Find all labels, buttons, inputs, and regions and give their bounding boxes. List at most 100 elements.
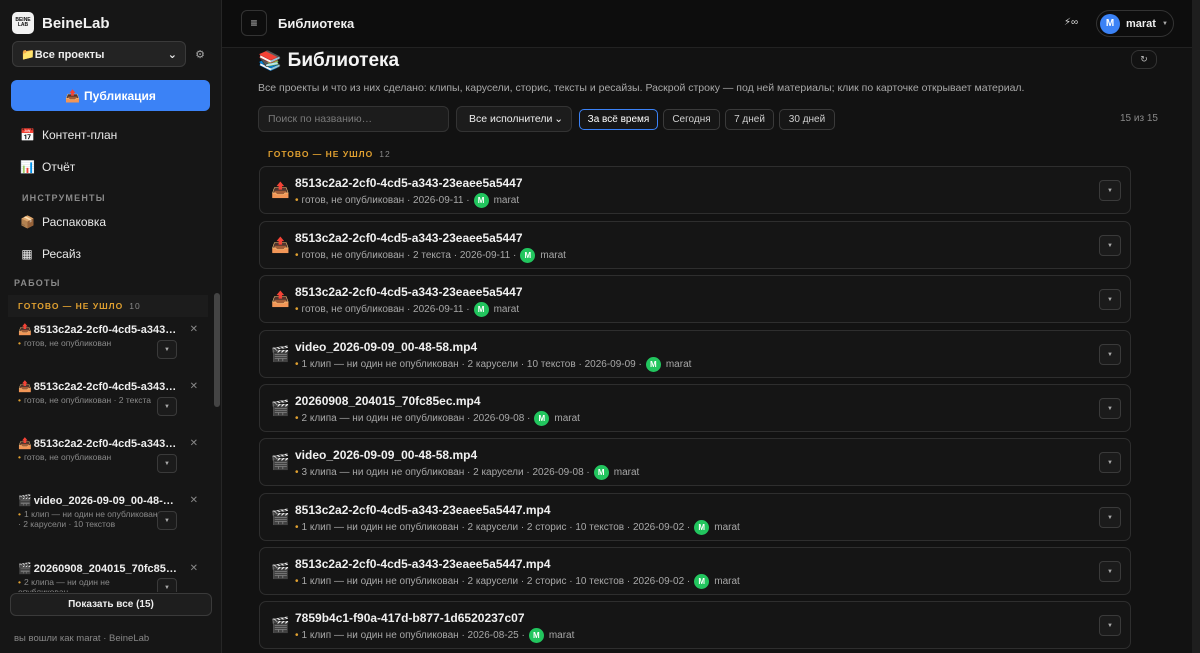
sidebar-item-unpacking[interactable]: 📦 Распаковка xyxy=(20,215,106,229)
outbox-icon: 📤 xyxy=(271,237,290,254)
publish-button-label: Публикация xyxy=(84,88,156,103)
chart-icon: 📊 xyxy=(20,160,35,174)
avatar: M xyxy=(593,465,609,480)
card-author: marat xyxy=(493,304,520,315)
expand-caret-button[interactable]: ▼ xyxy=(157,454,177,473)
card-meta-text: готов, не опубликован · 2 текста · 2026-… xyxy=(301,250,517,261)
sidebar-item-label: Распаковка xyxy=(42,215,107,229)
sidebar-item-report[interactable]: 📊 Отчёт xyxy=(20,160,75,174)
expand-caret-button[interactable]: ▼ xyxy=(1099,561,1121,582)
library-card[interactable]: 🎬 video_2026-09-09_00-48-58.mp4 • 1 клип — … xyxy=(259,330,1131,378)
status-dot: • xyxy=(18,509,21,519)
library-card[interactable]: 🎬 8513c2a2-2cf0-4cd5-a343-23eaee5a5447.mp… xyxy=(259,547,1131,595)
card-author: marat xyxy=(540,250,566,261)
expand-caret-button[interactable]: ▼ xyxy=(157,340,177,359)
expand-caret-button[interactable]: ▼ xyxy=(157,578,177,592)
sidebar-item-content-plan[interactable]: 📅 Контент-план xyxy=(20,128,117,142)
page-scrollbar[interactable] xyxy=(1192,0,1200,653)
project-select[interactable]: 📁Все проекты ⌄ xyxy=(12,41,186,67)
card-title: 20260908_204015_70fc85ec.mp4 xyxy=(295,394,481,408)
works-section-label: РАБОТЫ xyxy=(14,278,61,288)
period-chip-today[interactable]: Сегодня xyxy=(663,109,720,130)
works-group-header[interactable]: ГОТОВО — НЕ УШЛО 10 xyxy=(8,295,208,317)
period-chip-all-time[interactable]: За всё время xyxy=(579,109,658,130)
expand-caret-button[interactable]: ▼ xyxy=(157,397,177,416)
search-input[interactable] xyxy=(258,106,449,132)
project-select-value: 📁Все проекты xyxy=(21,48,105,61)
close-icon[interactable]: ✕ xyxy=(190,495,198,506)
hamburger-icon: ≡ xyxy=(250,16,258,30)
refresh-button[interactable]: ↻ xyxy=(1131,50,1157,69)
film-icon: 🎬 xyxy=(271,617,290,634)
publish-button[interactable]: 📤 Публикация xyxy=(11,80,210,111)
library-card[interactable]: 🎬 7859b4c1-f90a-417d-b877-1d6520237c07 • 1 … xyxy=(259,601,1131,649)
card-author: marat xyxy=(613,467,640,478)
energy-indicator: ⚡∞ xyxy=(1064,17,1079,28)
chevron-down-icon: ⌄ xyxy=(167,48,177,61)
library-card[interactable]: 📤 8513c2a2-2cf0-4cd5-a343-23eaee5a5447 • го… xyxy=(259,221,1131,269)
close-icon[interactable]: ✕ xyxy=(190,381,198,392)
status-dot: • xyxy=(295,522,299,533)
logged-in-text: вы вошли как marat · BeineLab xyxy=(14,633,150,644)
work-meta: 2 клипа — ни один не опубликован xyxy=(18,577,110,592)
library-card[interactable]: 🎬 20260908_204015_70fc85ec.mp4 • 2 клипа — … xyxy=(259,384,1131,432)
group-label: ГОТОВО — НЕ УШЛО xyxy=(268,149,374,159)
sidebar-scrollbar[interactable] xyxy=(214,293,220,407)
expand-caret-button[interactable]: ▼ xyxy=(157,511,177,530)
library-card[interactable]: 📤 8513c2a2-2cf0-4cd5-a343-23eaee5a5447 • го… xyxy=(259,166,1131,214)
brand[interactable]: BEINE LAB BeineLab xyxy=(12,12,110,34)
film-icon: 🎬 xyxy=(271,400,290,417)
card-meta: • 2 клипа — ни один не опубликован · 2026… xyxy=(295,411,580,426)
status-dot: • xyxy=(18,338,21,348)
library-card[interactable]: 🎬 8513c2a2-2cf0-4cd5-a343-23eaee5a5447.mp… xyxy=(259,493,1131,541)
menu-button[interactable]: ≡ xyxy=(241,10,267,36)
sidebar-item-resize[interactable]: ▦ Ресайз xyxy=(20,247,81,261)
card-title: 8513c2a2-2cf0-4cd5-a343-23eaee5a5447.mp4 xyxy=(295,503,551,517)
card-title: 7859b4c1-f90a-417d-b877-1d6520237c07 xyxy=(295,611,525,625)
card-meta: • 1 клип — ни один не опубликован · 2 кар… xyxy=(295,520,740,535)
outbox-icon: 📤 xyxy=(18,324,32,336)
status-dot: • xyxy=(295,467,299,478)
card-author: marat xyxy=(493,195,520,206)
close-icon[interactable]: ✕ xyxy=(190,324,198,335)
avatar: M xyxy=(1100,13,1120,34)
card-meta-text: 1 клип — ни один не опубликован · 2026-0… xyxy=(301,630,525,641)
works-list: 📤8513c2a2-2cf0-4cd5-a343-23eaee5a5447✕ •… xyxy=(0,320,212,592)
expand-caret-button[interactable]: ▼ xyxy=(1099,615,1121,636)
card-title: 8513c2a2-2cf0-4cd5-a343-23eaee5a5447 xyxy=(295,285,523,299)
library-card[interactable]: 🎬 video_2026-09-09_00-48-58.mp4 • 3 клипа —… xyxy=(259,438,1131,486)
card-author: marat xyxy=(714,576,740,587)
outbox-icon: 📤 xyxy=(271,291,290,308)
close-icon[interactable]: ✕ xyxy=(190,563,198,574)
show-all-button[interactable]: Показать все (15) xyxy=(10,593,212,616)
status-dot: • xyxy=(295,630,299,641)
group-header: ГОТОВО — НЕ УШЛО 12 xyxy=(268,149,391,159)
expand-caret-button[interactable]: ▼ xyxy=(1099,289,1121,310)
card-meta-text: 1 клип — ни один не опубликован · 2 кару… xyxy=(301,359,642,370)
outbox-icon: 📤 xyxy=(18,438,32,450)
library-card[interactable]: 📤 8513c2a2-2cf0-4cd5-a343-23eaee5a5447 • го… xyxy=(259,275,1131,323)
card-title: 8513c2a2-2cf0-4cd5-a343-23eaee5a5447 xyxy=(295,176,523,190)
card-author: marat xyxy=(714,522,740,533)
work-title: 8513c2a2-2cf0-4cd5-a343-23eaee5a5447 xyxy=(33,437,180,450)
expand-caret-button[interactable]: ▼ xyxy=(1099,507,1121,528)
expand-caret-button[interactable]: ▼ xyxy=(1099,398,1121,419)
user-menu[interactable]: M marat ▼ xyxy=(1096,10,1174,37)
film-icon: 🎬 xyxy=(271,563,290,580)
expand-caret-button[interactable]: ▼ xyxy=(1099,452,1121,473)
period-chip-7-days[interactable]: 7 дней xyxy=(725,109,774,130)
work-title: 20260908_204015_70fc85ec.mp4 xyxy=(33,562,180,575)
folder-icon: 📁 xyxy=(21,48,35,61)
performer-select[interactable]: Все исполнители ⌄ xyxy=(456,106,572,132)
expand-caret-button[interactable]: ▼ xyxy=(1099,180,1121,201)
card-meta: • готов, не опубликован · 2026-09-11 · Mma… xyxy=(295,193,519,208)
page-subtitle: Все проекты и что из них сделано: клипы,… xyxy=(258,82,1025,94)
close-icon[interactable]: ✕ xyxy=(190,438,198,449)
period-chip-30-days[interactable]: 30 дней xyxy=(779,109,835,130)
expand-caret-button[interactable]: ▼ xyxy=(1099,344,1121,365)
work-title: 8513c2a2-2cf0-4cd5-a343-23eaee5a5447 xyxy=(33,380,180,393)
expand-caret-button[interactable]: ▼ xyxy=(1099,235,1121,256)
outbox-icon: 📤 xyxy=(18,381,32,393)
gear-icon[interactable]: ⚙ xyxy=(192,48,208,61)
card-meta: • 3 клипа — ни один не опубликован · 2 ка… xyxy=(295,465,639,480)
